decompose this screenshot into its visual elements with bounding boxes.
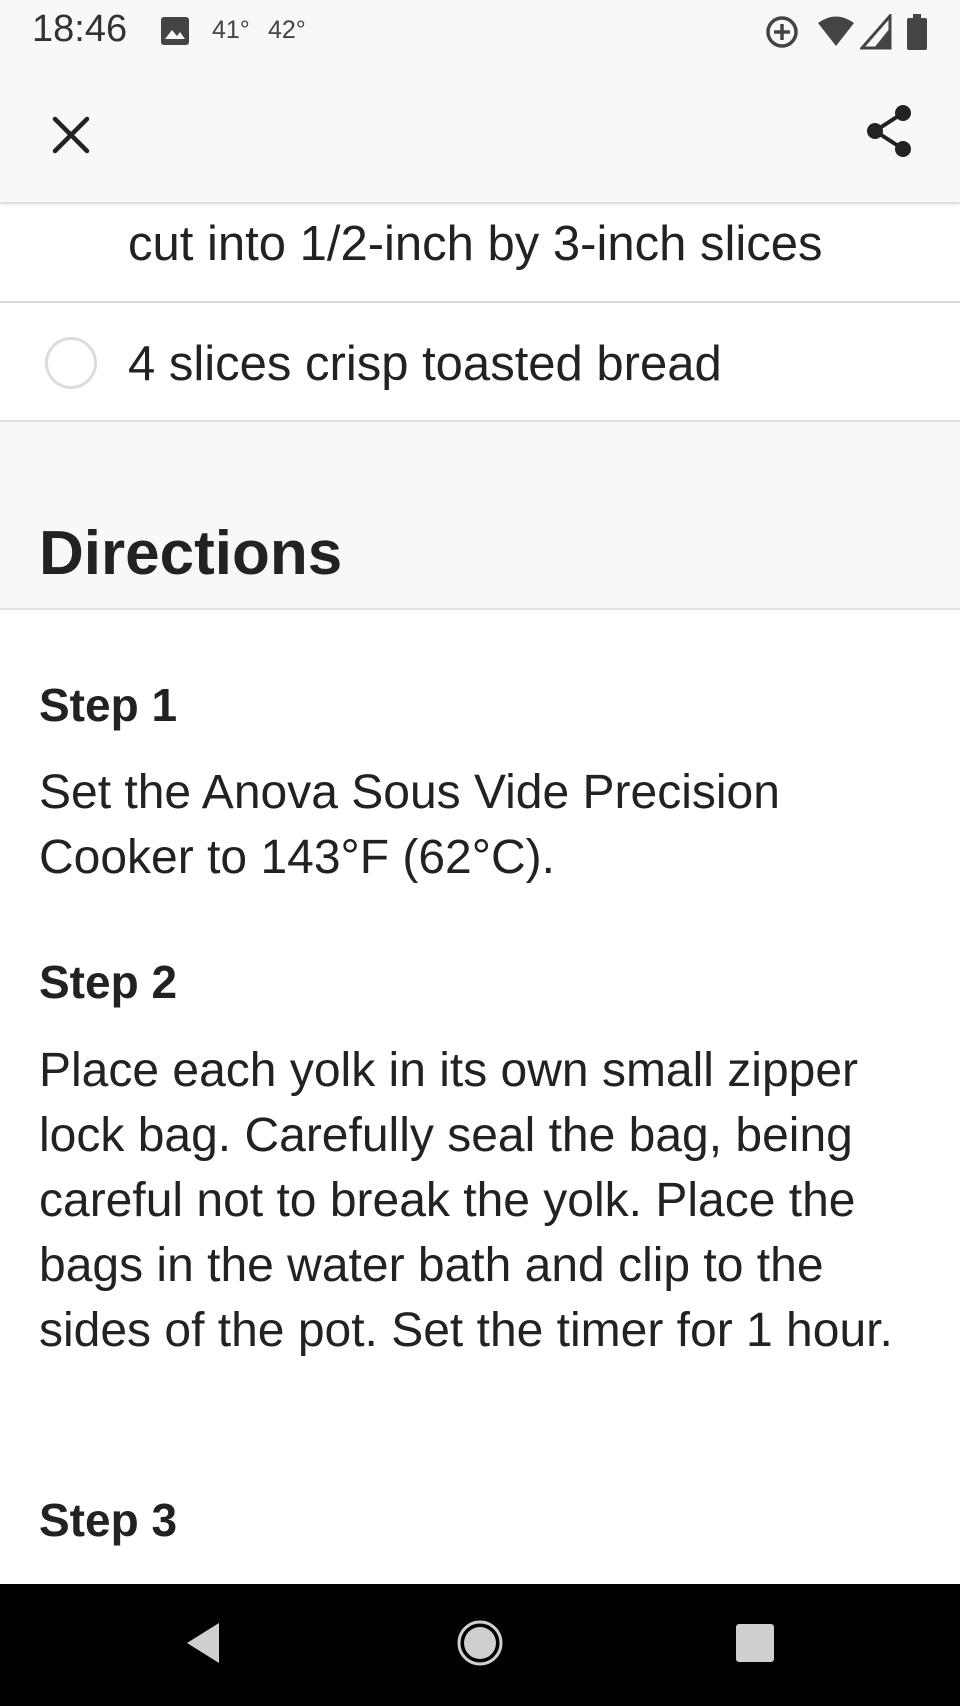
ingredient-checkbox[interactable] xyxy=(45,337,97,389)
ingredient-text: cut into 1/2-inch by 3-inch slices xyxy=(128,217,823,271)
ingredient-item[interactable]: 4 slices crisp toasted bread xyxy=(0,303,960,422)
step-1-title: Step 1 xyxy=(39,679,178,731)
directions-title: Directions xyxy=(39,519,343,588)
directions-header: Directions xyxy=(0,422,960,610)
ingredient-item-continued: cut into 1/2-inch by 3-inch slices xyxy=(0,204,960,303)
step-2-title: Step 2 xyxy=(39,956,178,1008)
recents-icon xyxy=(735,1623,775,1668)
step-3-title: Step 3 xyxy=(39,1494,178,1546)
step-1-text: Set the Anova Sous Vide Precision Cooker… xyxy=(39,766,780,884)
wifi-icon xyxy=(816,14,856,55)
close-icon xyxy=(49,113,93,162)
home-icon xyxy=(456,1619,504,1672)
back-icon xyxy=(183,1621,223,1670)
close-button[interactable] xyxy=(40,106,102,168)
data-saver-icon xyxy=(764,14,800,55)
navigation-bar xyxy=(0,1584,960,1706)
step-2-text: Place each yolk in its own small zipper … xyxy=(39,1044,893,1357)
signal-icon xyxy=(858,12,892,55)
image-icon xyxy=(161,17,189,45)
status-time: 18:46 xyxy=(32,8,128,50)
battery-icon xyxy=(906,14,928,55)
status-temp-now: 41° xyxy=(212,16,250,44)
back-button[interactable] xyxy=(172,1614,234,1676)
recipe-content[interactable]: cut into 1/2-inch by 3-inch slices 4 sli… xyxy=(0,204,960,1584)
status-bar: 18:46 41° 42° xyxy=(0,0,960,64)
status-temp-high: 42° xyxy=(268,16,306,44)
home-button[interactable] xyxy=(449,1614,511,1676)
top-app-bar xyxy=(0,64,960,204)
recents-button[interactable] xyxy=(724,1614,786,1676)
share-button[interactable] xyxy=(858,102,920,164)
share-icon xyxy=(863,104,915,163)
ingredient-text: 4 slices crisp toasted bread xyxy=(128,337,722,391)
